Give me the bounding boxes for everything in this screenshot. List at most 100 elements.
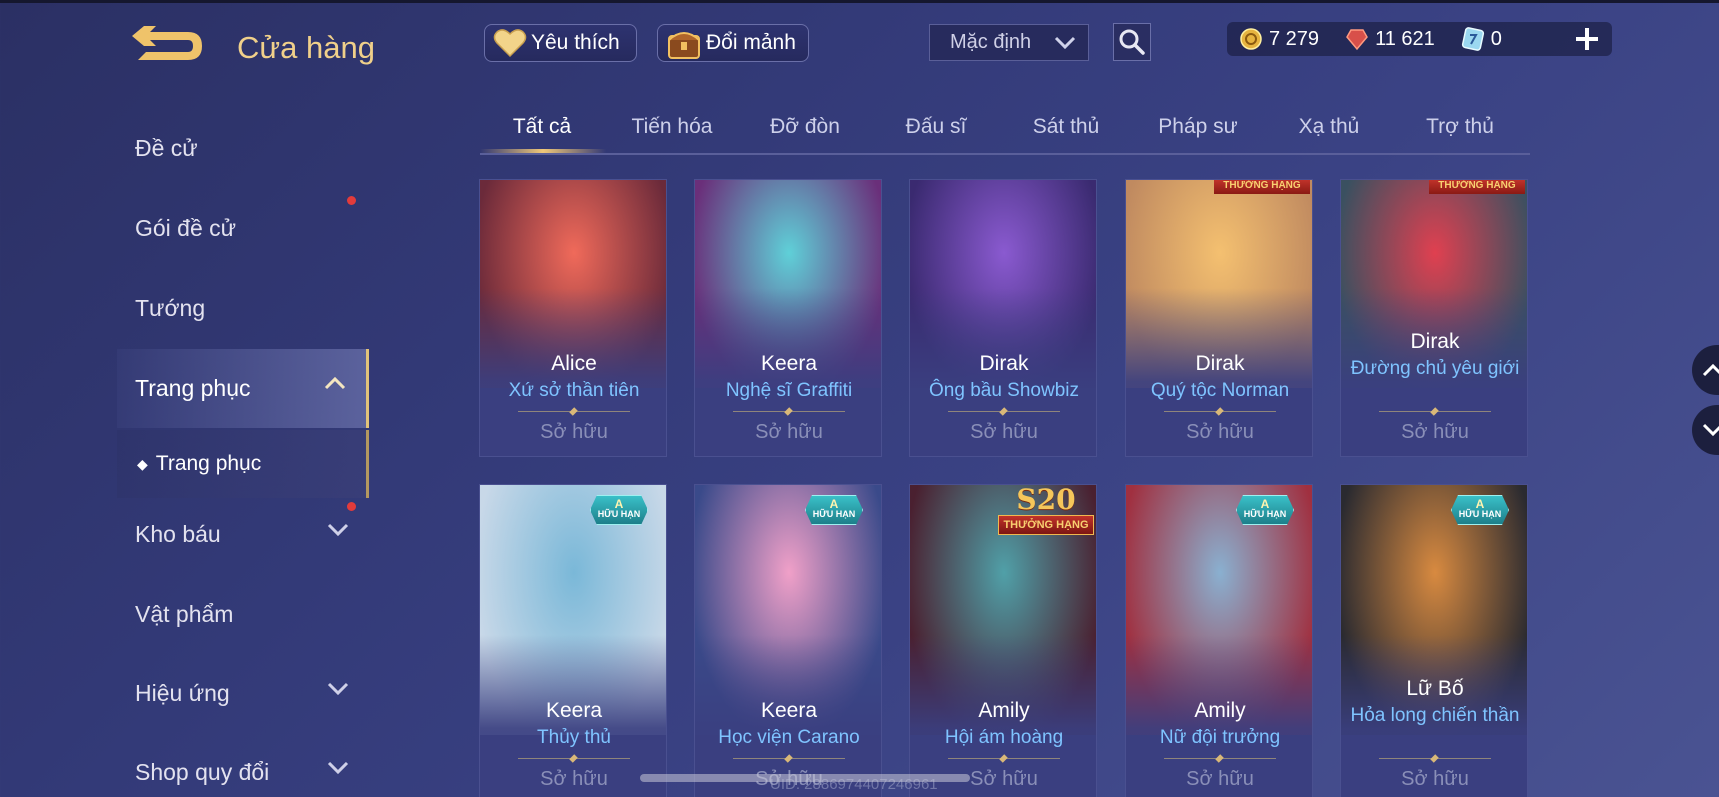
skin-name: Nữ đội trưởng xyxy=(1159,727,1281,748)
gold-amount: 7 279 xyxy=(1269,27,1320,50)
currency-bar: 7 279 11 621 0 xyxy=(1227,22,1612,56)
chevron-down-icon xyxy=(327,761,349,775)
tab-assassin[interactable]: Sát thủ xyxy=(1033,115,1100,139)
page-title: Cửa hàng xyxy=(237,30,375,65)
card-divider xyxy=(518,411,630,412)
voucher-card-icon xyxy=(1461,27,1484,51)
limited-badge: A HỮU HẠN xyxy=(1451,495,1509,525)
tab-all[interactable]: Tất cả xyxy=(513,115,571,139)
voucher-balance: 0 xyxy=(1461,27,1502,51)
sidebar-item-label: Trang phục xyxy=(135,375,251,401)
skin-name: Thủy thủ xyxy=(537,727,611,748)
scroll-down-button[interactable] xyxy=(1692,405,1719,455)
card-divider xyxy=(1164,411,1276,412)
card-divider xyxy=(518,758,630,759)
ruby-gem-icon xyxy=(1346,29,1368,51)
chevron-up-icon xyxy=(324,376,346,390)
sidebar-item-label: Tướng xyxy=(135,294,206,321)
sidebar-item-featured-packs[interactable]: Gói đề cử xyxy=(117,190,369,266)
skin-name: Quý tộc Norman xyxy=(1150,380,1290,401)
treasure-chest-icon xyxy=(668,32,700,59)
sidebar-item-label: Vật phẩm xyxy=(135,600,234,627)
gold-coin-icon xyxy=(1240,28,1262,50)
sidebar-item-label: Gói đề cử xyxy=(135,214,237,241)
search-icon xyxy=(1119,29,1145,55)
tab-fighter[interactable]: Đấu sĩ xyxy=(906,115,967,139)
sidebar-subitem-label: Trang phục xyxy=(155,452,262,475)
sidebar-item-featured[interactable]: Đề cử xyxy=(117,110,369,186)
gem-balance: 11 621 xyxy=(1345,27,1435,51)
card-divider xyxy=(1379,758,1491,759)
chevron-up-icon xyxy=(1702,363,1719,377)
skin-name: Hội ám hoàng xyxy=(944,727,1064,748)
top-border xyxy=(0,0,1719,3)
sidebar-item-effects[interactable]: Hiệu ứng xyxy=(117,655,369,731)
skin-card[interactable]: Alice Xứ sở thần tiên Sở hữu xyxy=(479,179,667,457)
notification-dot xyxy=(347,196,356,205)
gold-balance: 7 279 xyxy=(1239,27,1319,51)
hero-name: Amily xyxy=(978,699,1030,722)
limited-label: HỮU HẠN xyxy=(597,509,641,519)
owned-status: Sở hữu xyxy=(1186,421,1254,443)
bullet-icon: ◆ xyxy=(137,455,148,472)
chevron-down-icon xyxy=(327,523,349,537)
tab-marksman[interactable]: Xạ thủ xyxy=(1299,115,1360,139)
back-icon[interactable] xyxy=(132,26,208,66)
search-button[interactable] xyxy=(1113,23,1151,61)
card-divider xyxy=(948,758,1060,759)
limited-label: HỮU HẠN xyxy=(1243,509,1287,519)
skin-name: Ông bầu Showbiz xyxy=(929,380,1079,401)
add-currency-button[interactable] xyxy=(1570,22,1604,56)
sidebar-item-label: Shop quy đổi xyxy=(135,758,270,785)
sort-select[interactable]: Mặc định xyxy=(929,24,1089,61)
sidebar-item-exchange-shop[interactable]: Shop quy đổi xyxy=(117,734,369,797)
hero-name: Alice xyxy=(551,352,597,375)
heart-icon xyxy=(493,29,527,58)
season-label: S20 xyxy=(1016,484,1076,516)
skin-card[interactable]: Keera Thủy thủ Sở hữu A HỮU HẠN xyxy=(479,484,667,797)
chevron-down-icon xyxy=(1702,423,1719,437)
skin-name: Nghệ sĩ Graffiti xyxy=(725,380,853,401)
active-tab-indicator xyxy=(480,149,606,153)
sidebar-item-heroes[interactable]: Tướng xyxy=(117,270,369,346)
tab-evolution[interactable]: Tiến hóa xyxy=(632,115,713,139)
limited-badge: A HỮU HẠN xyxy=(590,495,648,525)
trade-shards-button[interactable]: Đổi mảnh xyxy=(657,24,809,62)
limited-badge: A HỮU HẠN xyxy=(805,495,863,525)
rank-strip-badge: THƯỞNG HẠNG xyxy=(1214,180,1310,194)
tab-mage[interactable]: Pháp sư xyxy=(1158,115,1237,139)
trade-label: Đổi mảnh xyxy=(706,31,796,54)
hero-name: Dirak xyxy=(1410,330,1460,353)
home-indicator[interactable] xyxy=(640,774,970,782)
scroll-up-button[interactable] xyxy=(1692,345,1719,395)
hero-name: Lữ Bố xyxy=(1406,677,1464,700)
owned-status: Sở hữu xyxy=(970,421,1038,443)
skin-name: Hỏa long chiến thần xyxy=(1350,705,1520,726)
hero-name: Dirak xyxy=(979,352,1029,375)
skin-name: Xứ sở thần tiên xyxy=(508,380,640,401)
skin-card[interactable]: Lữ Bố Hỏa long chiến thần Sở hữu A HỮU HẠN xyxy=(1340,484,1528,797)
limited-tier: A xyxy=(1260,497,1270,511)
sidebar-subitem-skins[interactable]: ◆ Trang phục xyxy=(117,430,369,498)
tab-tank[interactable]: Đỡ đòn xyxy=(770,115,840,139)
skin-card[interactable]: Dirak Ông bầu Showbiz Sở hữu xyxy=(909,179,1097,457)
owned-status: Sở hữu xyxy=(540,421,608,443)
limited-tier: A xyxy=(1475,497,1485,511)
sort-value: Mặc định xyxy=(950,31,1032,53)
skin-card[interactable]: Dirak Quý tộc Norman Sở hữu THƯỞNG HẠNG xyxy=(1125,179,1313,457)
favorite-button[interactable]: Yêu thích xyxy=(484,24,637,62)
skin-card[interactable]: Dirak Đường chủ yêu giới Sở hữu THƯỞNG HẠNG xyxy=(1340,179,1528,457)
tab-support[interactable]: Trợ thủ xyxy=(1426,115,1494,139)
owned-status: Sở hữu xyxy=(1401,421,1469,443)
sidebar-item-treasure[interactable]: Kho báu xyxy=(117,496,369,572)
sidebar-item-items[interactable]: Vật phẩm xyxy=(117,576,369,652)
sidebar-item-skins[interactable]: Trang phục xyxy=(117,349,369,428)
category-tabs: Tất cả Tiến hóa Đỡ đòn Đấu sĩ Sát thủ Ph… xyxy=(480,105,1530,155)
plus-icon xyxy=(1576,28,1598,50)
skin-card[interactable]: Keera Nghệ sĩ Graffiti Sở hữu xyxy=(694,179,882,457)
skin-card[interactable]: Amily Nữ đội trưởng Sở hữu A HỮU HẠN xyxy=(1125,484,1313,797)
skin-card[interactable]: KeeraHọc viện CaranoSở hữuAHỮU HẠN xyxy=(694,484,882,797)
skin-card[interactable]: Amily Hội ám hoàng Sở hữu S20 THƯỞNG HẠNG xyxy=(909,484,1097,797)
limited-label: HỮU HẠN xyxy=(1458,509,1502,519)
sidebar-item-label: Đề cử xyxy=(135,134,198,161)
